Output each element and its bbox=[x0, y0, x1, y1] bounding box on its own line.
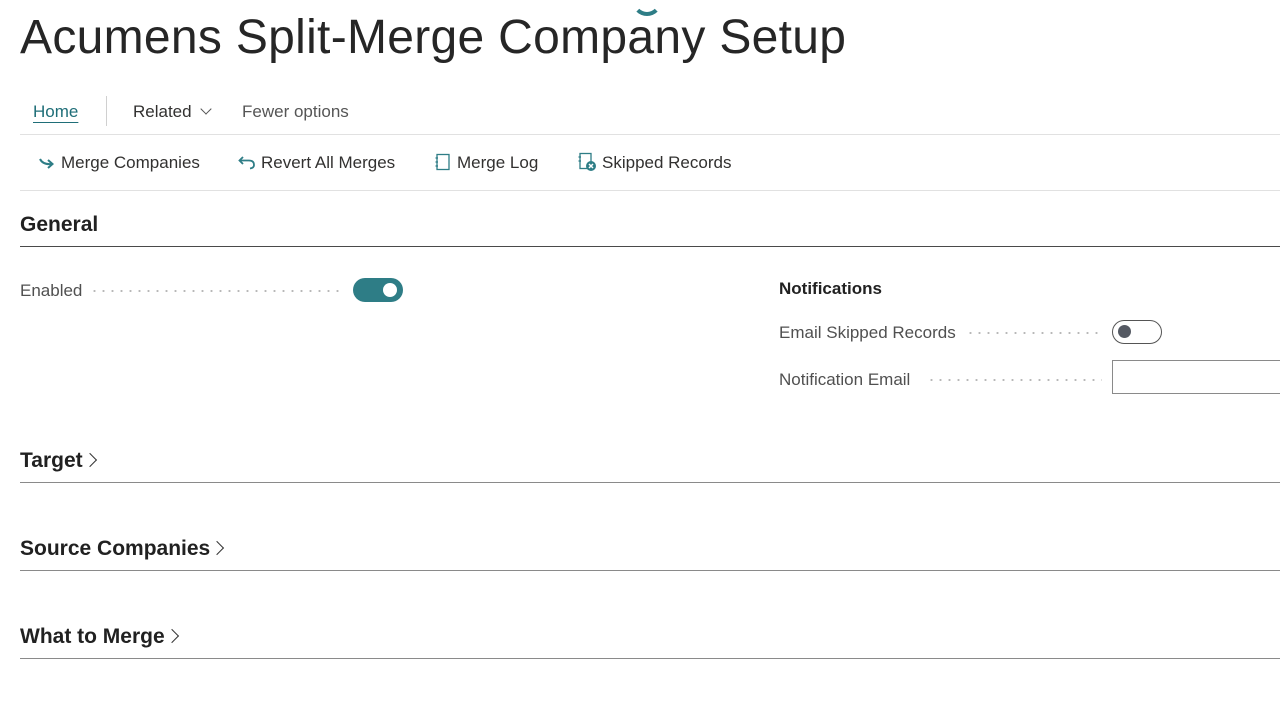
notebook-icon bbox=[435, 153, 450, 170]
merge-arrow-icon bbox=[39, 158, 55, 169]
tab-related[interactable]: Related bbox=[133, 96, 212, 128]
enabled-toggle[interactable] bbox=[353, 278, 403, 302]
merge-companies-label: Merge Companies bbox=[61, 153, 200, 172]
section-target-title: Target bbox=[20, 449, 83, 472]
section-divider bbox=[20, 482, 1280, 483]
section-divider bbox=[20, 658, 1280, 659]
chevron-right-icon bbox=[82, 452, 97, 468]
dotted-leader bbox=[90, 290, 345, 292]
tab-home-label: Home bbox=[33, 102, 79, 121]
notification-email-field[interactable] bbox=[1112, 360, 1280, 394]
section-what-to-merge-header[interactable]: What to Merge bbox=[20, 625, 1280, 659]
page-title: Acumens Split-Merge Company Setup bbox=[20, 11, 847, 64]
section-general-header[interactable]: General bbox=[20, 213, 1280, 247]
section-what-to-merge-title: What to Merge bbox=[20, 625, 165, 648]
chevron-right-icon bbox=[164, 628, 179, 644]
dotted-leader bbox=[966, 332, 1102, 334]
email-skipped-records-toggle[interactable] bbox=[1112, 320, 1162, 344]
enabled-label: Enabled bbox=[20, 281, 83, 300]
nav-bar: Home Related Fewer options bbox=[20, 96, 1280, 135]
section-source-companies-title: Source Companies bbox=[20, 537, 211, 560]
merge-log-label: Merge Log bbox=[457, 153, 539, 172]
action-bar: Merge Companies Revert All Merges Merge … bbox=[20, 135, 1280, 191]
chevron-down-icon bbox=[199, 103, 212, 115]
merge-log-button[interactable]: Merge Log bbox=[434, 149, 538, 177]
skipped-records-button[interactable]: Skipped Records bbox=[577, 149, 731, 177]
chevron-right-icon bbox=[210, 540, 225, 556]
section-general-title: General bbox=[20, 213, 99, 236]
notifications-group-title: Notifications bbox=[779, 279, 882, 298]
revert-all-merges-button[interactable]: Revert All Merges bbox=[238, 149, 395, 177]
dotted-leader bbox=[927, 379, 1102, 381]
nav-divider bbox=[106, 96, 107, 126]
revert-all-merges-label: Revert All Merges bbox=[261, 153, 396, 172]
merge-companies-button[interactable]: Merge Companies bbox=[38, 149, 200, 177]
email-skipped-records-label: Email Skipped Records bbox=[779, 323, 956, 342]
fewer-options-label: Fewer options bbox=[242, 102, 349, 121]
skipped-records-icon bbox=[578, 152, 596, 171]
undo-icon bbox=[238, 155, 255, 169]
section-divider bbox=[20, 570, 1280, 571]
section-source-companies-header[interactable]: Source Companies bbox=[20, 537, 1280, 571]
section-target-header[interactable]: Target bbox=[20, 449, 1280, 483]
section-divider bbox=[20, 245, 1280, 247]
skipped-records-label: Skipped Records bbox=[602, 153, 732, 172]
toggle-knob bbox=[383, 283, 397, 297]
tab-related-label: Related bbox=[133, 102, 192, 121]
tab-home[interactable]: Home bbox=[33, 96, 78, 128]
toggle-knob bbox=[1118, 325, 1131, 338]
fewer-options-button[interactable]: Fewer options bbox=[242, 96, 349, 128]
notification-email-label: Notification Email bbox=[779, 370, 911, 389]
